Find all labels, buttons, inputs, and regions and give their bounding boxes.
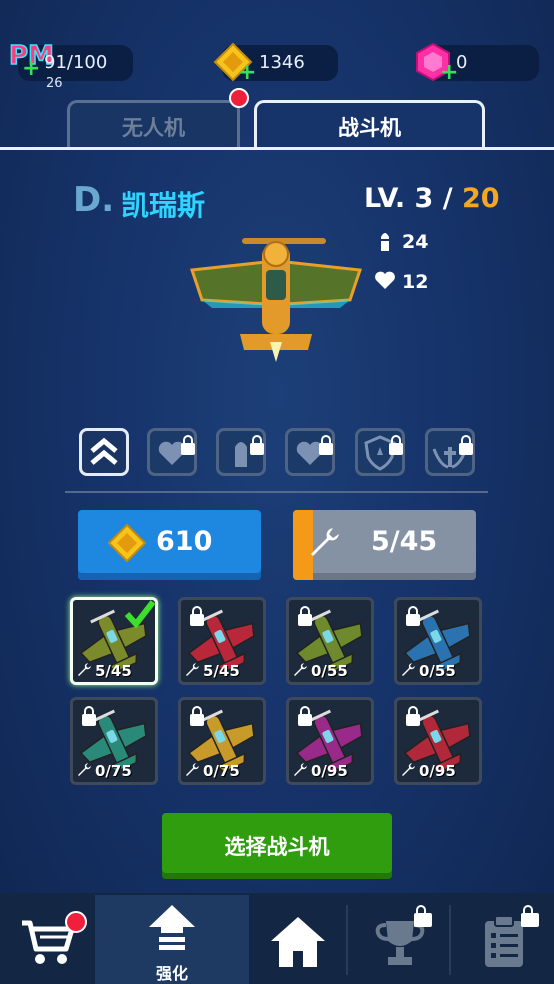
energy-value: 91/100 [44, 52, 108, 73]
chevron-up-icon [90, 437, 118, 465]
plane-parts-count: 5/45 [95, 662, 132, 680]
nav-upgrade[interactable]: 强化 [95, 895, 249, 984]
plane-card[interactable]: 0/75 [178, 697, 266, 785]
plane-parts-count: 0/75 [203, 762, 240, 780]
checkmark-icon [124, 600, 155, 629]
lock-icon [319, 435, 333, 455]
upgrade-arrow-icon [149, 905, 195, 950]
nav-trophy[interactable] [348, 895, 449, 984]
plane-parts-count: 5/45 [203, 662, 240, 680]
plane-rank: D. [73, 180, 115, 220]
wrench-icon [186, 663, 199, 676]
lock-icon [82, 706, 96, 726]
lock-icon [459, 435, 473, 455]
select-fighter-button[interactable]: 选择战斗机 [162, 813, 392, 879]
heart-icon [374, 270, 396, 294]
plane-parts-count: 0/55 [419, 662, 456, 680]
lock-icon [521, 905, 539, 927]
ability-wings[interactable] [425, 428, 475, 476]
health-value: 12 [402, 271, 429, 293]
plane-card[interactable]: 0/55 [286, 597, 374, 685]
select-fighter-label: 选择战斗机 [224, 835, 330, 859]
lock-icon [389, 435, 403, 455]
wrench-icon [294, 663, 307, 676]
wrench-icon [402, 763, 415, 776]
upgrade-gold-button[interactable]: 610 [78, 510, 261, 580]
attack-value: 24 [402, 231, 429, 253]
ability-rank-up[interactable] [79, 428, 129, 476]
lock-icon [190, 606, 204, 626]
bullet-icon [378, 229, 392, 257]
ability-shield[interactable] [355, 428, 405, 476]
plane-level-current: LV. 3 / [364, 183, 463, 214]
plane-parts-count: 0/95 [419, 762, 456, 780]
plane-parts-count: 0/95 [311, 762, 348, 780]
wrench-icon [78, 663, 91, 676]
ability-health-1[interactable] [147, 428, 197, 476]
wrench-icon [294, 763, 307, 776]
plane-name: 凯瑞斯 [121, 189, 206, 222]
plane-level-max: 20 [462, 183, 500, 214]
tab-fighter[interactable]: 战斗机 [254, 100, 485, 150]
plane-level: LV. 3 / 20 [364, 183, 500, 214]
wrench-icon [78, 763, 91, 776]
plane-card[interactable]: 0/55 [394, 597, 482, 685]
plane-card[interactable]: 0/95 [286, 697, 374, 785]
lock-icon [414, 905, 432, 927]
gem-value: 0 [456, 52, 468, 73]
plane-card[interactable]: 0/75 [70, 697, 158, 785]
lock-icon [298, 706, 312, 726]
upgrade-parts-button[interactable]: 5/45 [293, 510, 476, 580]
nav-shop[interactable] [0, 895, 95, 984]
wrench-icon [402, 663, 415, 676]
tab-underline [0, 147, 554, 150]
wrench-icon [311, 528, 339, 556]
fighter-plane-image [189, 224, 363, 364]
tab-drone-label: 无人机 [122, 116, 185, 140]
lock-icon [406, 606, 420, 626]
nav-upgrade-label: 强化 [155, 964, 188, 983]
home-icon [271, 917, 325, 967]
tab-fighter-label: 战斗机 [338, 116, 401, 140]
upgrade-gold-cost: 610 [156, 526, 213, 557]
tab-drone[interactable]: 无人机 [67, 100, 240, 147]
gold-plus-icon[interactable]: + [238, 62, 256, 84]
plane-card[interactable]: 0/95 [394, 697, 482, 785]
notification-dot [229, 88, 249, 108]
ability-divider [65, 491, 488, 493]
lock-icon [181, 435, 195, 455]
gold-value: 1346 [259, 52, 305, 73]
plane-card[interactable]: 5/45 [178, 597, 266, 685]
nav-home[interactable] [249, 895, 346, 984]
plane-parts-count: 0/75 [95, 762, 132, 780]
lock-icon [250, 435, 264, 455]
energy-plus-icon[interactable]: + [22, 58, 40, 80]
gold-icon [108, 524, 146, 562]
lock-icon [298, 606, 312, 626]
energy-timer: 26 [46, 76, 63, 91]
nav-missions[interactable] [451, 895, 554, 984]
lock-icon [190, 706, 204, 726]
lock-icon [406, 706, 420, 726]
plane-parts-count: 0/55 [311, 662, 348, 680]
plane-card[interactable]: 5/45 [70, 597, 158, 685]
shop-notification-dot [65, 911, 87, 933]
upgrade-parts-count: 5/45 [371, 526, 438, 557]
ability-health-2[interactable] [285, 428, 335, 476]
wrench-icon [186, 763, 199, 776]
ability-ammo[interactable] [216, 428, 266, 476]
